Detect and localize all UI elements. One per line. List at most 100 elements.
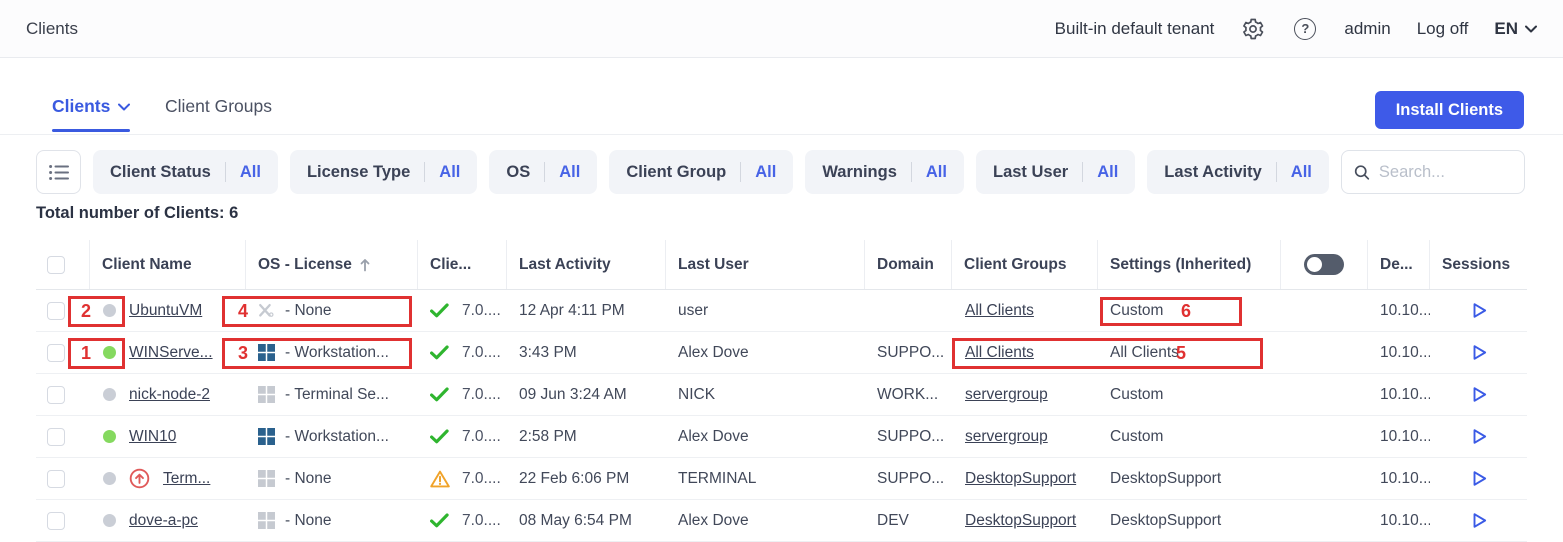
last-activity-cell: 12 Apr 4:11 PM [507,290,666,331]
health-status-icon [430,386,450,404]
row-checkbox[interactable] [47,344,65,362]
row-checkbox[interactable] [47,512,65,530]
last-user-cell: Alex Dove [666,416,865,457]
table-body: UbuntuVM - None 7.0.... 12 Apr 4:11 PM u… [36,290,1527,542]
client-name-link[interactable]: WINServe... [129,344,213,362]
license-text: - None [285,470,332,488]
row-checkbox[interactable] [47,302,65,320]
column-domain[interactable]: Domain [865,240,952,289]
toggle-knob [1307,257,1322,272]
client-name-link[interactable]: WIN10 [129,428,176,446]
client-group-link[interactable]: servergroup [965,428,1048,446]
column-client-name[interactable]: Client Name [90,240,246,289]
client-group-link[interactable]: All Clients [965,344,1034,362]
topbar-right: Built-in default tenant ? admin Log off … [1055,16,1537,42]
domain-cell: DEV [865,500,952,541]
last-user-cell: TERMINAL [666,458,865,499]
play-session-icon[interactable] [1469,469,1488,488]
update-available-icon [129,468,150,489]
table-header: Client Name OS - License Clie... Last Ac… [36,240,1527,290]
last-activity-cell: 09 Jun 3:24 AM [507,374,666,415]
log-off-link[interactable]: Log off [1417,19,1469,39]
os-icon [258,302,275,319]
play-session-icon[interactable] [1469,427,1488,446]
settings-gear-icon[interactable] [1240,16,1266,42]
client-group-link[interactable]: All Clients [965,302,1034,320]
column-de[interactable]: De... [1368,240,1430,289]
search-input[interactable] [1379,163,1512,182]
select-all-checkbox[interactable] [47,256,65,274]
column-last-user[interactable]: Last User [666,240,865,289]
table-row: nick-node-2 - Terminal Se... 7.0.... 09 … [36,374,1527,416]
language-selector[interactable]: EN [1494,19,1537,39]
help-icon[interactable]: ? [1292,16,1318,42]
clients-table: Client Name OS - License Clie... Last Ac… [36,240,1527,542]
column-sessions[interactable]: Sessions [1430,240,1527,289]
settings-inherited-cell: DesktopSupport [1098,500,1281,541]
client-name-link[interactable]: Term... [163,470,210,488]
client-name-link[interactable]: nick-node-2 [129,386,210,404]
table-row: dove-a-pc - None 7.0.... 08 May 6:54 PM … [36,500,1527,542]
client-version-text: 7.0.... [462,512,501,530]
play-session-icon[interactable] [1469,301,1488,320]
domain-cell: WORK... [865,374,952,415]
play-session-icon[interactable] [1469,385,1488,404]
license-text: - Terminal Se... [285,386,389,404]
client-group-link[interactable]: DesktopSupport [965,470,1076,488]
table-row: Term... - None 7.0.... 22 Feb 6:06 PM TE… [36,458,1527,500]
client-group-link[interactable]: servergroup [965,386,1048,404]
filter-chip-client-status[interactable]: Client StatusAll [93,150,278,194]
tab-client-groups[interactable]: Client Groups [165,96,272,131]
status-dot [103,514,116,527]
status-dot [103,346,116,359]
license-text: - Workstation... [285,428,389,446]
health-status-icon [430,512,450,530]
filter-chip-client-group[interactable]: Client GroupAll [609,150,793,194]
de-cell: 10.10... [1368,416,1430,457]
license-text: - None [285,512,332,530]
client-version-text: 7.0.... [462,470,501,488]
language-label: EN [1494,19,1518,39]
row-checkbox[interactable] [47,428,65,446]
column-last-activity[interactable]: Last Activity [507,240,666,289]
table-row: UbuntuVM - None 7.0.... 12 Apr 4:11 PM u… [36,290,1527,332]
table-row: WINServe... - Workstation... 7.0.... 3:4… [36,332,1527,374]
row-checkbox[interactable] [47,470,65,488]
column-client-version[interactable]: Clie... [418,240,507,289]
last-user-cell: user [666,290,865,331]
column-client-groups[interactable]: Client Groups [952,240,1098,289]
last-activity-cell: 08 May 6:54 PM [507,500,666,541]
column-settings-inherited[interactable]: Settings (Inherited) [1098,240,1281,289]
de-cell: 10.10... [1368,500,1430,541]
health-status-icon [430,470,450,488]
play-session-icon[interactable] [1469,511,1488,530]
health-status-icon [430,428,450,446]
settings-inherited-cell: DesktopSupport [1098,458,1281,499]
chevron-down-icon [118,103,130,111]
filter-chip-license-type[interactable]: License TypeAll [290,150,477,194]
de-cell: 10.10... [1368,374,1430,415]
sort-ascending-icon [359,258,371,272]
tab-clients[interactable]: Clients [52,96,130,131]
install-clients-button[interactable]: Install Clients [1375,91,1524,129]
filter-chip-warnings[interactable]: WarningsAll [805,150,964,194]
client-version-text: 7.0.... [462,302,501,320]
client-version-text: 7.0.... [462,428,501,446]
play-session-icon[interactable] [1469,343,1488,362]
client-name-link[interactable]: UbuntuVM [129,302,202,320]
domain-cell: SUPPO... [865,458,952,499]
column-toggle-switch[interactable] [1304,254,1344,275]
filter-chip-last-activity[interactable]: Last ActivityAll [1147,150,1329,194]
client-name-link[interactable]: dove-a-pc [129,512,198,530]
last-user-cell: NICK [666,374,865,415]
health-status-icon [430,302,450,320]
column-os-license[interactable]: OS - License [246,240,418,289]
list-view-icon[interactable] [36,150,81,194]
client-group-link[interactable]: DesktopSupport [965,512,1076,530]
filter-chip-os[interactable]: OSAll [489,150,597,194]
row-checkbox[interactable] [47,386,65,404]
filter-chip-last-user[interactable]: Last UserAll [976,150,1135,194]
client-version-text: 7.0.... [462,386,501,404]
search-icon [1354,163,1370,182]
filter-bar: Client StatusAll License TypeAll OSAll C… [36,150,1525,194]
